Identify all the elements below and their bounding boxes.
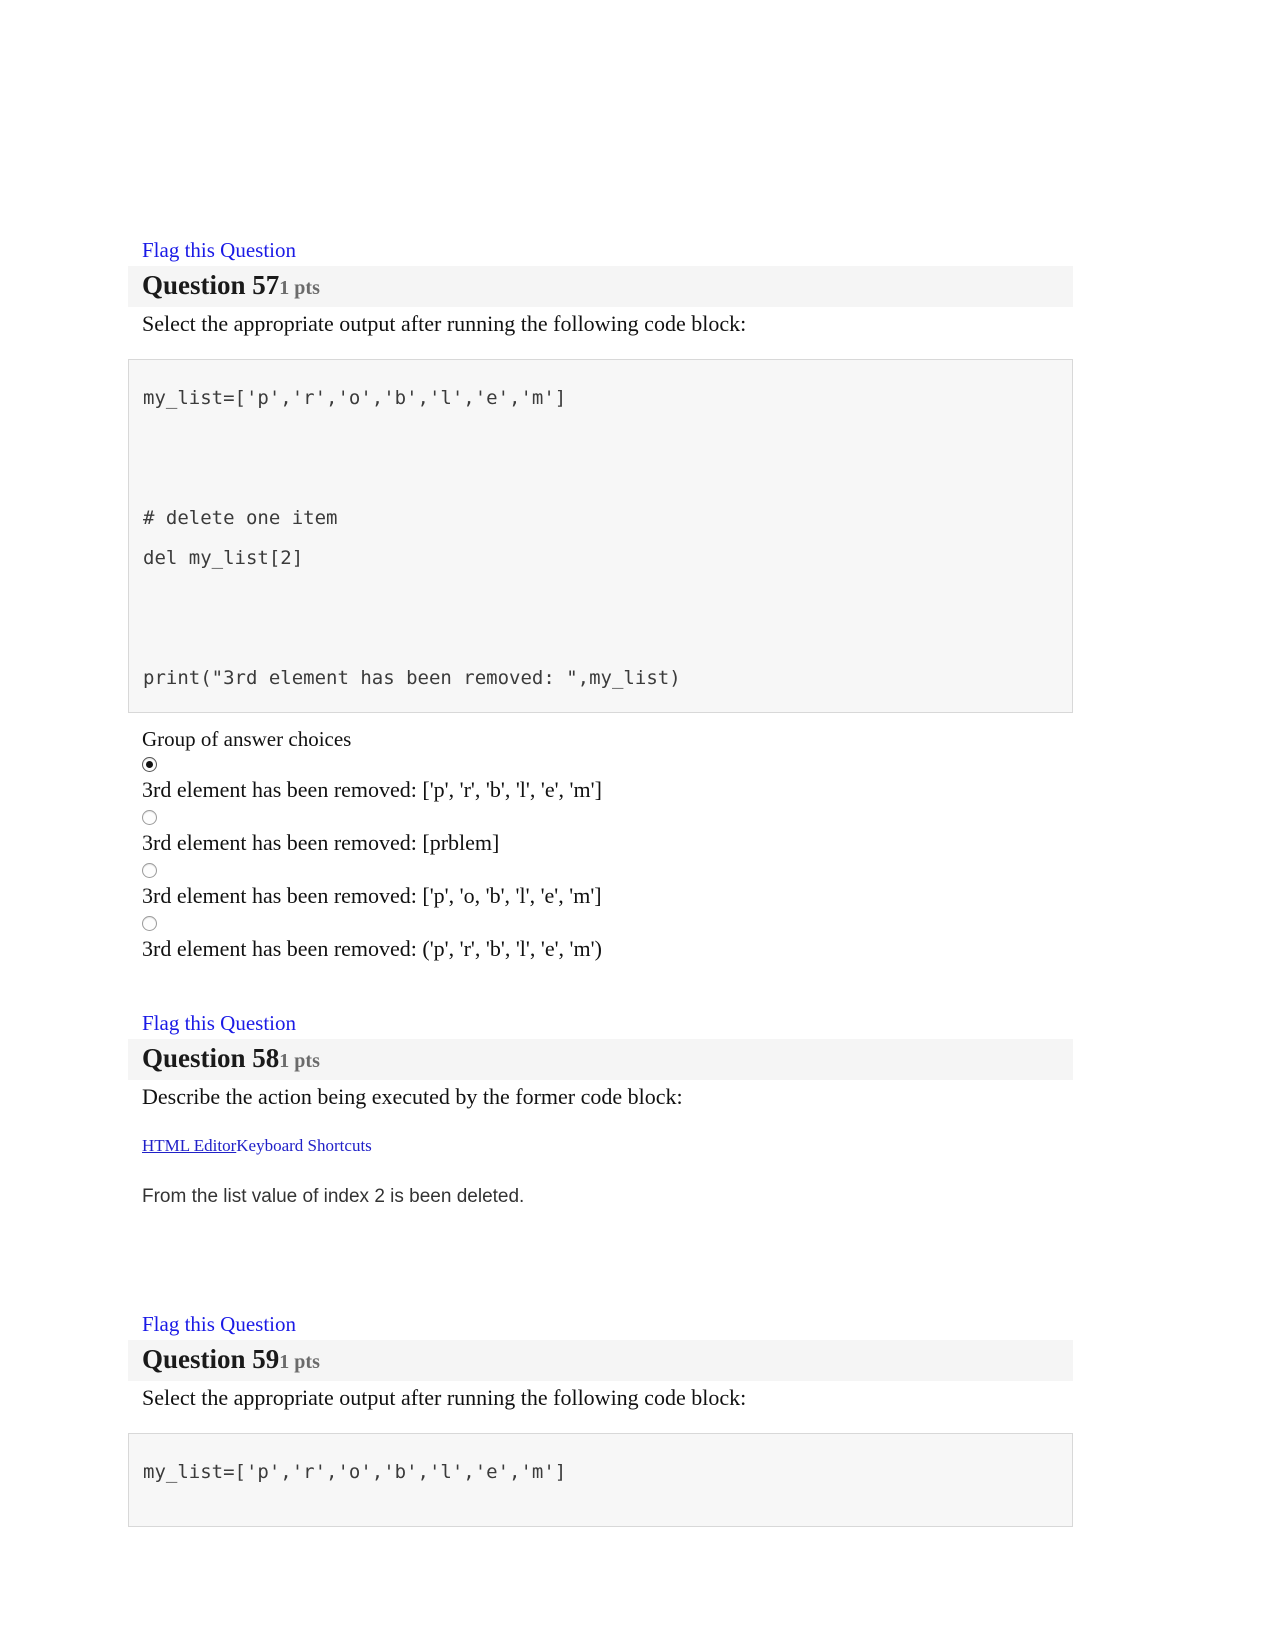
question-prompt-58: Describe the action being executed by th…	[142, 1084, 683, 1109]
answer-option-3-label: 3rd element has been removed: ['p', 'o, …	[142, 883, 602, 908]
answer-option-3[interactable]: 3rd element has been removed: ['p', 'o, …	[128, 863, 1073, 912]
answer-option-4-label: 3rd element has been removed: ('p', 'r',…	[142, 936, 602, 961]
question-header-57: Question 571 pts	[128, 266, 1073, 307]
essay-area-spacer	[128, 1210, 1073, 1310]
flag-question-link-59[interactable]: Flag this Question	[128, 1310, 1073, 1339]
html-editor-link[interactable]: HTML Editor	[142, 1136, 236, 1155]
question-block-57: Flag this Question Question 571 pts Sele…	[128, 236, 1073, 965]
quiz-content: Flag this Question Question 571 pts Sele…	[128, 236, 1073, 1527]
code-block-57: my_list=['p','r','o','b','l','e','m'] # …	[128, 359, 1073, 713]
question-points-57: 1 pts	[279, 277, 320, 299]
question-points-59: 1 pts	[279, 1351, 320, 1373]
question-header-59: Question 591 pts	[128, 1340, 1073, 1381]
radio-button-option-2[interactable]	[142, 810, 157, 825]
question-prompt-57: Select the appropriate output after runn…	[142, 311, 747, 336]
essay-answer-text-58[interactable]: From the list value of index 2 is been d…	[128, 1184, 1073, 1210]
answer-option-1-label: 3rd element has been removed: ['p', 'r',…	[142, 777, 602, 802]
question-title-57: Question 57	[142, 270, 280, 300]
code-block-59: my_list=['p','r','o','b','l','e','m']	[128, 1433, 1073, 1527]
answer-choices-label-57: Group of answer choices	[142, 727, 352, 751]
editor-toolbar-58: HTML EditorKeyboard Shortcuts	[128, 1134, 1073, 1158]
flag-question-link-58[interactable]: Flag this Question	[128, 1009, 1073, 1038]
answer-option-1[interactable]: 3rd element has been removed: ['p', 'r',…	[128, 757, 1073, 806]
keyboard-shortcuts-link[interactable]: Keyboard Shortcuts	[236, 1136, 372, 1155]
document-page: Flag this Question Question 571 pts Sele…	[0, 0, 1275, 1650]
answer-option-4[interactable]: 3rd element has been removed: ('p', 'r',…	[128, 916, 1073, 965]
radio-button-option-3[interactable]	[142, 863, 157, 878]
question-block-59: Flag this Question Question 591 pts Sele…	[128, 1310, 1073, 1527]
radio-button-option-1[interactable]	[142, 757, 157, 772]
answer-option-2[interactable]: 3rd element has been removed: [prblem]	[128, 810, 1073, 859]
radio-button-option-4[interactable]	[142, 916, 157, 931]
question-title-58: Question 58	[142, 1043, 280, 1073]
question-title-59: Question 59	[142, 1344, 280, 1374]
question-block-58: Flag this Question Question 581 pts Desc…	[128, 1009, 1073, 1210]
question-header-58: Question 581 pts	[128, 1039, 1073, 1080]
question-prompt-59: Select the appropriate output after runn…	[142, 1385, 747, 1410]
question-points-58: 1 pts	[279, 1050, 320, 1072]
flag-question-link-57[interactable]: Flag this Question	[128, 236, 1073, 265]
answer-option-2-label: 3rd element has been removed: [prblem]	[142, 830, 500, 855]
